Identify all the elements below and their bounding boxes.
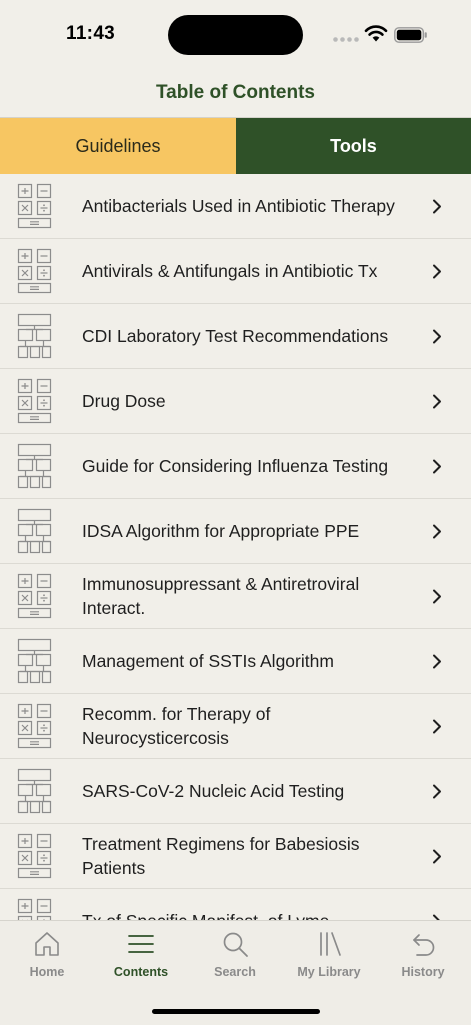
tab-bar-label: History (401, 965, 445, 979)
tab-bar-my-library[interactable]: My Library (282, 929, 376, 989)
list-item-label: Guide for Considering Influenza Testing (82, 456, 389, 476)
list-item[interactable]: Antivirals & Antifungals in Antibiotic T… (0, 239, 471, 304)
history-icon (413, 934, 435, 956)
list-item[interactable]: Treatment Regimens for Babesiosis Patien… (0, 824, 471, 889)
chevron-right-icon (433, 199, 441, 214)
calculator-icon (17, 183, 52, 229)
wifi-icon (364, 25, 388, 42)
list-item-label: Antivirals & Antifungals in Antibiotic T… (82, 261, 378, 281)
list-item[interactable]: Immunosuppressant & Antiretroviral Inter… (0, 564, 471, 629)
tab-bar-home[interactable]: Home (0, 929, 94, 989)
calculator-icon (17, 703, 52, 749)
list-item[interactable]: Management of SSTIs Algorithm (0, 629, 471, 694)
flowchart-icon (17, 508, 52, 554)
chevron-right-icon (433, 264, 441, 279)
list-item-label: Recomm. for Therapy of Neurocysticercosi… (82, 704, 271, 748)
list-item-label: Immunosuppressant & Antiretroviral Inter… (82, 574, 360, 618)
chevron-right-icon (433, 459, 441, 474)
search-icon (223, 932, 248, 957)
list-item-label: Treatment Regimens for Babesiosis Patien… (82, 834, 360, 878)
list-item-label: CDI Laboratory Test Recommendations (82, 326, 389, 346)
menu-icon (128, 935, 154, 953)
flowchart-icon (17, 768, 52, 814)
tab-bar-contents[interactable]: Contents (94, 929, 188, 989)
calculator-icon (17, 573, 52, 619)
list-item-label: SARS-CoV-2 Nucleic Acid Testing (82, 781, 345, 801)
list-item-label: Drug Dose (82, 391, 166, 411)
home-icon (35, 932, 59, 956)
calculator-icon (17, 378, 52, 424)
contents-list: Antibacterials Used in Antibiotic Therap… (0, 174, 471, 920)
tab-tools[interactable]: Tools (236, 118, 471, 174)
list-item[interactable]: Tx of Specific Manifest. of Lyme (0, 889, 471, 920)
chevron-right-icon (433, 329, 441, 344)
tab-guidelines[interactable]: Guidelines (0, 118, 236, 174)
battery-icon (394, 27, 427, 43)
library-icon (320, 932, 341, 956)
list-item[interactable]: CDI Laboratory Test Recommendations (0, 304, 471, 369)
nav-header: Table of Contents (0, 70, 471, 118)
chevron-right-icon (433, 654, 441, 669)
home-indicator (152, 1009, 320, 1014)
cellular-signal-icon (333, 37, 359, 42)
segment-tabs: Guidelines Tools (0, 118, 471, 174)
flowchart-icon (17, 443, 52, 489)
flowchart-icon (17, 313, 52, 359)
chevron-right-icon (433, 589, 441, 604)
calculator-icon (17, 248, 52, 294)
list-item[interactable]: Antibacterials Used in Antibiotic Therap… (0, 174, 471, 239)
list-item[interactable]: IDSA Algorithm for Appropriate PPE (0, 499, 471, 564)
list-item-label: Tx of Specific Manifest. of Lyme (82, 889, 419, 920)
tab-bar-search[interactable]: Search (188, 929, 282, 989)
list-item-label: IDSA Algorithm for Appropriate PPE (82, 521, 360, 541)
tab-bar-label: Contents (113, 965, 169, 979)
calculator-icon (17, 898, 52, 920)
chevron-right-icon (433, 394, 441, 409)
page-title: Table of Contents (155, 82, 316, 103)
flowchart-icon (17, 638, 52, 684)
status-bar: 11:43 (0, 0, 471, 70)
list-item[interactable]: SARS-CoV-2 Nucleic Acid Testing (0, 759, 471, 824)
tab-bar-history[interactable]: History (376, 929, 470, 989)
tab-bar-label: My Library (297, 965, 361, 979)
status-time: 11:43 (66, 23, 116, 44)
dynamic-island (168, 15, 303, 55)
chevron-right-icon (433, 719, 441, 734)
tab-bar-label: Search (214, 965, 256, 979)
list-item[interactable]: Guide for Considering Influenza Testing (0, 434, 471, 499)
chevron-right-icon (433, 784, 441, 799)
list-item[interactable]: Drug Dose (0, 369, 471, 434)
list-item-label: Antibacterials Used in Antibiotic Therap… (82, 196, 395, 216)
chevron-right-icon (433, 524, 441, 539)
chevron-right-icon (433, 849, 441, 864)
list-item[interactable]: Recomm. for Therapy of Neurocysticercosi… (0, 694, 471, 759)
list-item-label: Management of SSTIs Algorithm (82, 651, 334, 671)
tab-bar-label: Home (29, 965, 65, 979)
calculator-icon (17, 833, 52, 879)
